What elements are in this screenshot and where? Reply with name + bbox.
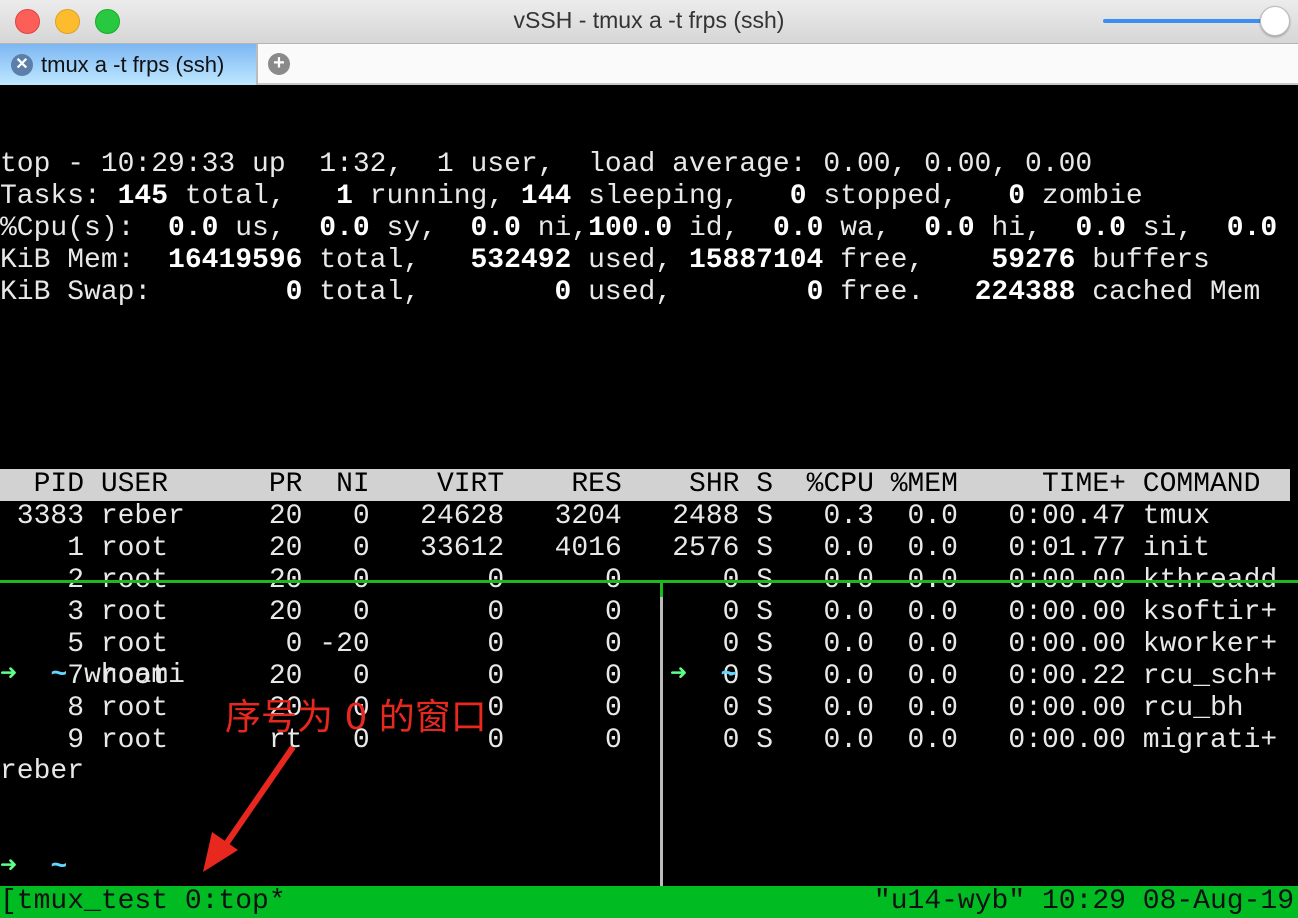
tmux-status-bar: [tmux_test 0:top* "u14-wyb" 10:29 08-Aug… [0, 886, 1298, 918]
status-window-list[interactable]: [tmux_test 0:top* [0, 886, 286, 918]
status-host-time: "u14-wyb" 10:29 08-Aug-19 [873, 886, 1294, 917]
annotation-arrow-icon [203, 745, 296, 872]
